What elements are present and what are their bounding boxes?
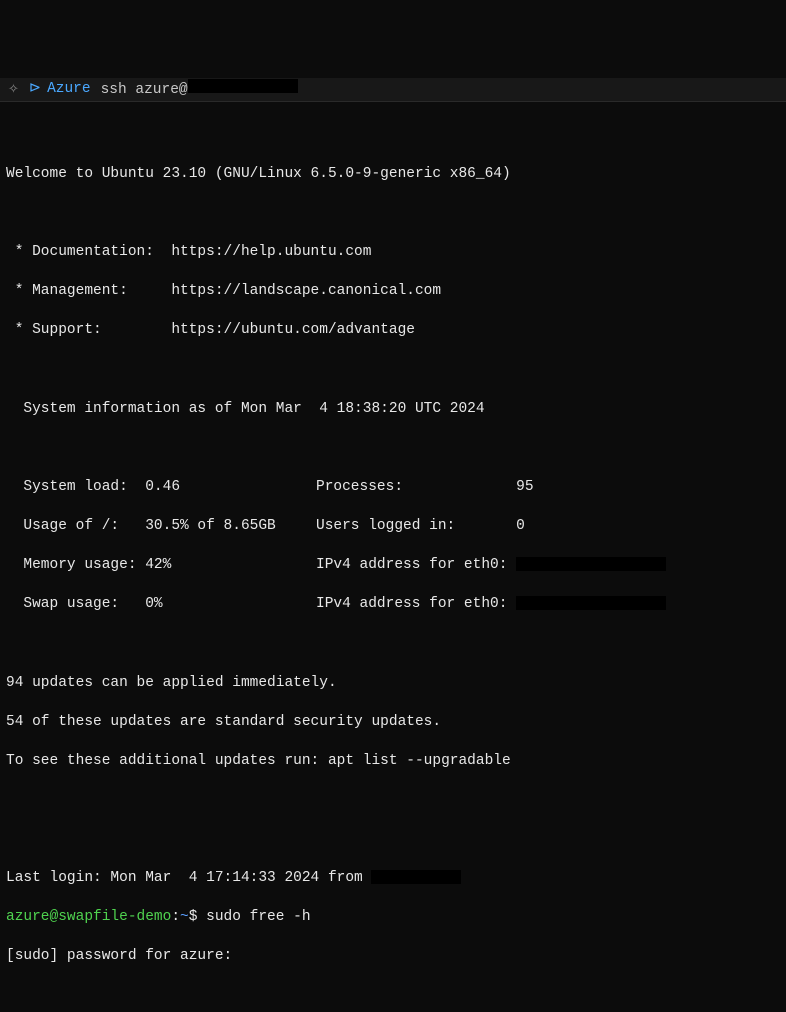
sysinfo-row: System load: 0.46Processes: 95 bbox=[6, 478, 780, 498]
redacted-ip bbox=[516, 557, 666, 571]
updates-line: To see these additional updates run: apt… bbox=[6, 752, 780, 772]
redacted-host bbox=[188, 79, 298, 93]
sudo-prompt: [sudo] password for azure: bbox=[6, 947, 780, 967]
terminal-output[interactable]: Welcome to Ubuntu 23.10 (GNU/Linux 6.5.0… bbox=[0, 141, 786, 1012]
blank bbox=[6, 791, 780, 811]
blank bbox=[6, 439, 780, 459]
prompt-userhost: azure@swapfile-demo bbox=[6, 909, 171, 925]
blank bbox=[6, 204, 780, 224]
sysinfo-row: Memory usage: 42%IPv4 address for eth0: bbox=[6, 556, 780, 576]
updates-line: 54 of these updates are standard securit… bbox=[6, 713, 780, 733]
free-output: total used free shared buff/cache availa… bbox=[6, 987, 780, 1012]
redacted-ip bbox=[516, 596, 666, 610]
mgmt-link: * Management: https://landscape.canonica… bbox=[6, 282, 780, 302]
ubuntu-icon: ✧ bbox=[8, 81, 19, 99]
support-link: * Support: https://ubuntu.com/advantage bbox=[6, 321, 780, 341]
command-input: sudo free -h bbox=[206, 909, 310, 925]
sysinfo-header: System information as of Mon Mar 4 18:38… bbox=[6, 400, 780, 420]
last-login: Last login: Mon Mar 4 17:14:33 2024 from bbox=[6, 869, 780, 889]
titlebar: ✧ ⊳ Azure ssh azure@ bbox=[0, 78, 786, 102]
sysinfo-row: Usage of /: 30.5% of 8.65GBUsers logged … bbox=[6, 517, 780, 537]
blank bbox=[6, 830, 780, 850]
prompt-line: azure@swapfile-demo:~$ sudo free -h bbox=[6, 908, 780, 928]
blank bbox=[6, 634, 780, 654]
prompt-path: ~ bbox=[180, 909, 189, 925]
breadcrumb: ⊳ Azure bbox=[29, 80, 91, 100]
welcome-line: Welcome to Ubuntu 23.10 (GNU/Linux 6.5.0… bbox=[6, 165, 780, 185]
doc-link: * Documentation: https://help.ubuntu.com bbox=[6, 243, 780, 263]
updates-line: 94 updates can be applied immediately. bbox=[6, 674, 780, 694]
title-command: ssh azure@ bbox=[101, 79, 298, 101]
sysinfo-row: Swap usage: 0%IPv4 address for eth0: bbox=[6, 595, 780, 615]
breadcrumb-text: Azure bbox=[47, 80, 91, 100]
blank bbox=[6, 361, 780, 381]
redacted-source-ip bbox=[371, 870, 461, 884]
chevron-right-icon: ⊳ bbox=[29, 80, 41, 100]
